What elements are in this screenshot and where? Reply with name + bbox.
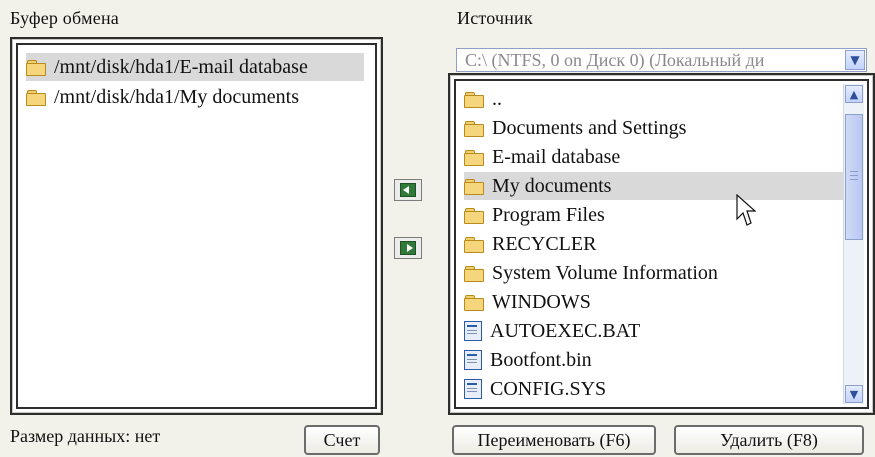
source-item-label: My documents	[492, 174, 612, 197]
source-drive-value: C:\ (NTFS, 0 on Диск 0) (Локальный ди	[465, 49, 765, 70]
rename-button[interactable]: Переименовать (F6)	[452, 425, 656, 455]
right-arrow-icon	[400, 241, 416, 255]
folder-icon	[464, 236, 484, 253]
source-list[interactable]: .. Documents and Settings E-mail databas…	[454, 79, 869, 409]
mouse-pointer-icon	[736, 194, 756, 226]
source-item[interactable]: AUTOEXEC.BAT	[464, 317, 844, 345]
file-icon	[464, 321, 482, 341]
source-item-label: Bootfont.bin	[490, 348, 592, 371]
source-item[interactable]: CONFIG.SYS	[464, 375, 844, 403]
source-item-label: ..	[492, 87, 502, 110]
move-left-button[interactable]	[394, 179, 422, 201]
chevron-down-icon[interactable]: ▼	[845, 50, 865, 70]
clipboard-item[interactable]: /mnt/disk/hda1/My documents	[26, 83, 364, 111]
source-item-label: WINDOWS	[492, 290, 591, 313]
source-item-label: E-mail database	[492, 145, 621, 168]
data-size-label: Размер данных:	[10, 426, 131, 446]
folder-icon	[26, 89, 46, 106]
clipboard-item-label: /mnt/disk/hda1/My documents	[54, 85, 299, 108]
source-drive-select[interactable]: C:\ (NTFS, 0 on Диск 0) (Локальный ди ▼	[456, 48, 867, 72]
folder-icon	[464, 265, 484, 282]
source-item-label: System Volume Information	[492, 261, 718, 284]
source-label: Источник	[457, 8, 533, 28]
move-right-button[interactable]	[394, 237, 422, 259]
clipboard-label: Буфер обмена	[10, 8, 119, 28]
source-item[interactable]: My documents	[464, 172, 844, 200]
clipboard-item-label: /mnt/disk/hda1/E-mail database	[54, 55, 308, 78]
source-item[interactable]: System Volume Information	[464, 259, 844, 287]
source-item[interactable]: Bootfont.bin	[464, 346, 844, 374]
clipboard-panel: /mnt/disk/hda1/E-mail database /mnt/disk…	[10, 37, 383, 415]
source-item-label: Documents and Settings	[492, 116, 687, 139]
source-item[interactable]: ..	[464, 85, 844, 113]
source-item[interactable]: Program Files	[464, 201, 844, 229]
folder-icon	[464, 178, 484, 195]
source-panel: .. Documents and Settings E-mail databas…	[448, 73, 875, 415]
clipboard-item[interactable]: /mnt/disk/hda1/E-mail database	[26, 53, 364, 81]
data-size-value: нет	[134, 426, 161, 446]
source-item[interactable]: WINDOWS	[464, 288, 844, 316]
scroll-up-button[interactable]: ▲	[845, 85, 863, 103]
folder-icon	[464, 207, 484, 224]
source-item[interactable]: Documents and Settings	[464, 114, 844, 142]
source-item-label: AUTOEXEC.BAT	[490, 319, 641, 342]
file-manager-window: Буфер обмена Источник /mnt/disk/hda1/E-m…	[0, 0, 875, 457]
source-item[interactable]: E-mail database	[464, 143, 844, 171]
data-size-status: Размер данных: нет	[10, 426, 160, 447]
folder-icon	[464, 91, 484, 108]
source-item-label: RECYCLER	[492, 232, 597, 255]
source-item-label: CONFIG.SYS	[490, 377, 607, 400]
scroll-down-button[interactable]: ▼	[845, 385, 863, 403]
source-item[interactable]: RECYCLER	[464, 230, 844, 258]
folder-icon	[26, 59, 46, 76]
file-icon	[464, 379, 482, 399]
count-button[interactable]: Счет	[304, 425, 380, 455]
folder-icon	[464, 149, 484, 166]
source-item-label: Program Files	[492, 203, 605, 226]
source-scrollbar[interactable]: ▲ ▼	[843, 84, 864, 404]
scroll-thumb[interactable]	[845, 114, 863, 240]
folder-icon	[464, 120, 484, 137]
delete-button[interactable]: Удалить (F8)	[674, 425, 864, 455]
file-icon	[464, 350, 482, 370]
folder-icon	[464, 294, 484, 311]
clipboard-list[interactable]: /mnt/disk/hda1/E-mail database /mnt/disk…	[16, 43, 377, 409]
left-arrow-icon	[400, 183, 416, 197]
